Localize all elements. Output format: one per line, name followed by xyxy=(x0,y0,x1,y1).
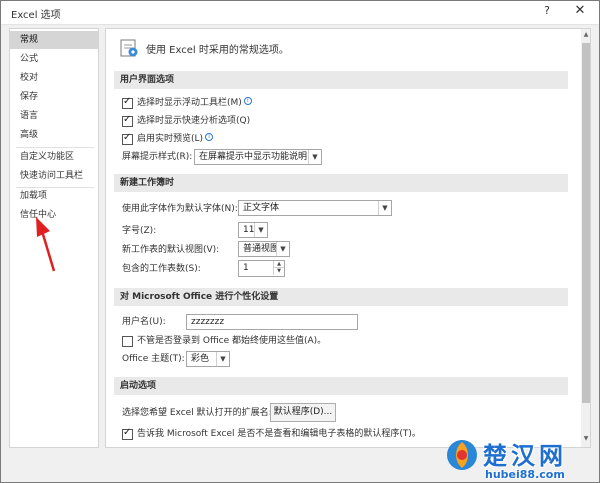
info-icon[interactable]: i xyxy=(243,97,252,105)
section-personalize: 对 Microsoft Office 进行个性化设置 xyxy=(114,288,568,306)
mini-toolbar-row: 选择时显示浮动工具栏(M) i xyxy=(137,95,252,111)
font-size-label: 字号(Z): xyxy=(122,226,157,236)
tell-me-default-checkbox[interactable] xyxy=(122,427,133,440)
general-options-panel: 使用 Excel 时采用的常规选项。 用户界面选项 选择时显示浮动工具栏(M)i… xyxy=(105,28,591,448)
chevron-down-icon: ▼ xyxy=(254,223,267,237)
default-view-select[interactable]: 普通视图 ▼ xyxy=(238,241,290,257)
sheet-count-stepper[interactable]: 1 ▲ ▼ xyxy=(238,260,285,277)
always-use-checkbox[interactable] xyxy=(122,336,133,347)
dialog-title: Excel 选项 xyxy=(11,10,61,21)
default-view-value: 普通视图 xyxy=(243,244,280,254)
username-input[interactable]: zzzzzzz xyxy=(186,314,358,330)
watermark-url: hubei88.com xyxy=(485,468,565,481)
sidebar-item-proofing[interactable]: 校对 xyxy=(10,69,98,87)
spin-down-icon[interactable]: ▼ xyxy=(273,268,284,275)
general-options-icon xyxy=(120,39,138,57)
screentip-label: 屏幕提示样式(R): xyxy=(122,152,193,162)
vertical-scrollbar[interactable]: ▲ ▼ xyxy=(581,29,590,447)
sidebar-item-add-ins[interactable]: 加载项 xyxy=(10,187,98,205)
font-size-value: 11 xyxy=(243,225,255,235)
close-button[interactable]: ✕ xyxy=(569,3,591,22)
screentip-select[interactable]: 在屏幕提示中显示功能说明 ▼ xyxy=(194,149,322,165)
office-theme-value: 彩色 xyxy=(191,354,210,364)
sidebar-item-trust-center[interactable]: 信任中心 xyxy=(10,206,98,224)
sidebar-item-customize-ribbon[interactable]: 自定义功能区 xyxy=(10,148,98,166)
default-font-select[interactable]: 正文字体 ▼ xyxy=(238,200,392,216)
quick-analysis-checkbox[interactable] xyxy=(122,114,133,127)
screentip-value: 在屏幕提示中显示功能说明 xyxy=(199,152,308,162)
sheet-count-value: 1 xyxy=(243,263,249,273)
default-font-label: 使用此字体作为默认字体(N): xyxy=(122,204,238,214)
section-ui-options: 用户界面选项 xyxy=(114,71,568,89)
sidebar-item-formulas[interactable]: 公式 xyxy=(10,50,98,68)
sidebar-item-language[interactable]: 语言 xyxy=(10,107,98,125)
chevron-down-icon: ▼ xyxy=(276,242,289,256)
default-view-label: 新工作表的默认视图(V): xyxy=(122,245,220,255)
mini-toolbar-label: 选择时显示浮动工具栏(M) xyxy=(137,98,242,108)
scroll-up-icon[interactable]: ▲ xyxy=(581,29,590,41)
sheet-count-label: 包含的工作表数(S): xyxy=(122,264,201,274)
excel-options-dialog: Excel 选项 ? ✕ 常规 公式 校对 保存 语言 高级 自定义功能区 快速… xyxy=(0,0,600,483)
section-new-workbook: 新建工作簿时 xyxy=(114,174,568,192)
chevron-down-icon: ▼ xyxy=(308,150,321,164)
section-startup: 启动选项 xyxy=(114,377,568,395)
always-use-label: 不管是否登录到 Office 都始终使用这些值(A)。 xyxy=(137,336,327,346)
default-programs-button[interactable]: 默认程序(D)... xyxy=(270,403,336,422)
header-description: 使用 Excel 时采用的常规选项。 xyxy=(146,45,289,56)
sidebar-item-general[interactable]: 常规 xyxy=(10,31,98,49)
sidebar-item-quick-access-toolbar[interactable]: 快速访问工具栏 xyxy=(10,167,98,185)
info-icon[interactable]: i xyxy=(205,133,214,141)
live-preview-label: 启用实时预览(L) xyxy=(137,134,204,144)
quick-analysis-label: 选择时显示快速分析选项(Q) xyxy=(137,116,251,126)
chevron-down-icon: ▼ xyxy=(216,352,229,366)
office-theme-label: Office 主题(T): xyxy=(122,354,185,364)
scrollbar-thumb[interactable] xyxy=(582,43,590,403)
title-bar: Excel 选项 ? ✕ xyxy=(1,1,599,25)
sidebar-item-save[interactable]: 保存 xyxy=(10,88,98,106)
watermark-title: 楚汉网 xyxy=(483,441,567,470)
tell-me-default-label: 告诉我 Microsoft Excel 是否不是查看和编辑电子表格的默认程序(T… xyxy=(137,429,421,439)
extensions-label: 选择您希望 Excel 默认打开的扩展名: xyxy=(122,408,272,418)
office-theme-select[interactable]: 彩色 ▼ xyxy=(186,351,230,367)
watermark-logo-icon xyxy=(447,440,477,470)
sidebar: 常规 公式 校对 保存 语言 高级 自定义功能区 快速访问工具栏 加载项 信任中… xyxy=(9,28,99,448)
sidebar-item-advanced[interactable]: 高级 xyxy=(10,126,98,144)
font-size-select[interactable]: 11 ▼ xyxy=(238,222,268,238)
spin-up-icon[interactable]: ▲ xyxy=(273,261,284,268)
live-preview-checkbox[interactable] xyxy=(122,132,133,145)
help-button[interactable]: ? xyxy=(537,4,557,21)
chevron-down-icon: ▼ xyxy=(378,201,391,215)
live-preview-row: 启用实时预览(L) i xyxy=(137,131,214,147)
watermark: 楚汉网 hubei88.com xyxy=(439,434,599,482)
mini-toolbar-checkbox[interactable] xyxy=(122,96,133,109)
default-font-value: 正文字体 xyxy=(243,203,280,213)
username-label: 用户名(U): xyxy=(122,317,166,327)
